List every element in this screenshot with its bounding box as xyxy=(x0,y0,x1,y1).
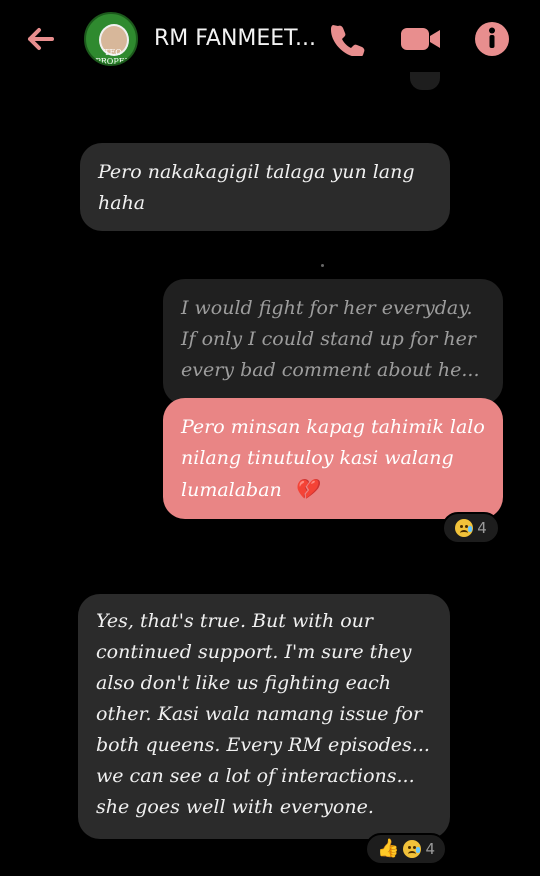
chat-header: TEO PROPER RM FANMEET... xyxy=(0,0,540,78)
message-text: I would fight for her everyday. If only … xyxy=(181,297,480,381)
message-reaction[interactable]: 4 xyxy=(442,512,500,544)
phone-call-icon[interactable] xyxy=(330,22,366,56)
reaction-count: 4 xyxy=(425,840,435,858)
chat-title[interactable]: RM FANMEET... xyxy=(154,26,314,56)
message-text: Pero minsan kapag tahimik lalo nilang ti… xyxy=(181,416,485,501)
message-bubble-left[interactable]: Yes, that's true. But with our continued… xyxy=(78,594,450,839)
message-text: Pero nakakagigil talaga yun lang haha xyxy=(98,161,415,214)
message-bubble-right-muted[interactable]: I would fight for her everyday. If only … xyxy=(163,279,503,405)
sad-face-icon xyxy=(455,519,474,537)
back-arrow-icon[interactable] xyxy=(22,22,62,56)
info-icon[interactable] xyxy=(474,21,510,57)
message-reaction[interactable]: 👍 4 xyxy=(365,833,447,865)
message-bubble-left[interactable]: Pero nakakagigil talaga yun lang haha xyxy=(80,143,450,231)
broken-heart-icon: 💔 xyxy=(293,477,319,501)
thumbs-up-icon: 👍 xyxy=(377,838,400,859)
message-bubble-right-pink[interactable]: Pero minsan kapag tahimik lalo nilang ti… xyxy=(163,398,503,519)
reaction-count: 4 xyxy=(477,519,487,537)
message-text: Yes, that's true. But with our continued… xyxy=(96,610,430,818)
avatar-label: TEO PROPER xyxy=(95,48,131,66)
previous-reaction-fragment xyxy=(410,72,440,90)
group-avatar[interactable]: TEO PROPER xyxy=(84,12,138,66)
sad-face-icon xyxy=(403,840,422,858)
video-call-icon[interactable] xyxy=(400,25,442,53)
read-receipt-dot xyxy=(321,264,324,267)
